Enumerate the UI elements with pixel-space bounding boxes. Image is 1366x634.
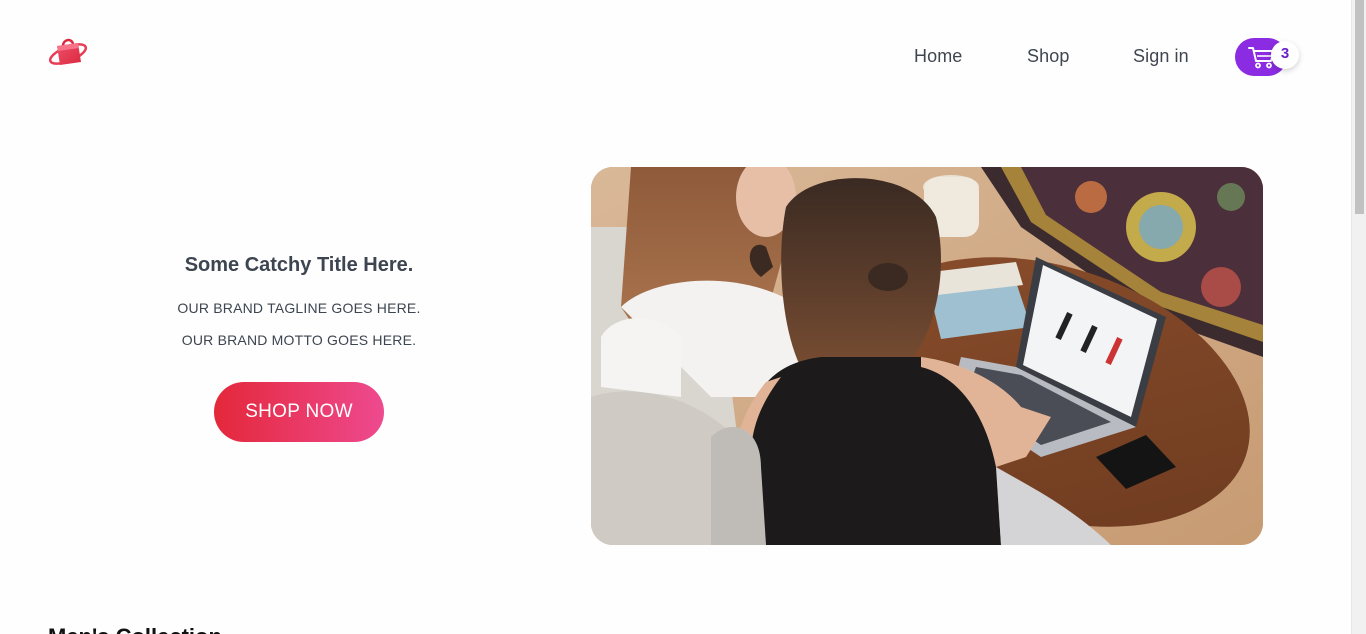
page-scrollbar[interactable]	[1351, 0, 1366, 634]
shop-now-button[interactable]: SHOP NOW	[214, 382, 384, 442]
hero-motto: OUR BRAND MOTTO GOES HERE.	[181, 332, 417, 348]
nav-signin-link[interactable]: Sign in	[1133, 46, 1189, 67]
main-nav: Home Shop Sign in	[0, 38, 1351, 76]
scrollbar-thumb[interactable]	[1355, 0, 1364, 214]
hero-tagline: OUR BRAND TAGLINE GOES HERE.	[177, 300, 421, 316]
page: Home Shop Sign in 3 Some Catchy Title He…	[0, 0, 1351, 634]
nav-home-link[interactable]: Home	[914, 46, 962, 67]
cart-count-badge: 3	[1271, 41, 1299, 69]
nav-shop-link[interactable]: Shop	[1027, 46, 1069, 67]
section-heading: Men's Collection	[48, 624, 222, 634]
hero-photo-illustration	[591, 167, 1263, 545]
hero-image	[591, 167, 1263, 545]
hero-title: Some Catchy Title Here.	[184, 254, 414, 276]
